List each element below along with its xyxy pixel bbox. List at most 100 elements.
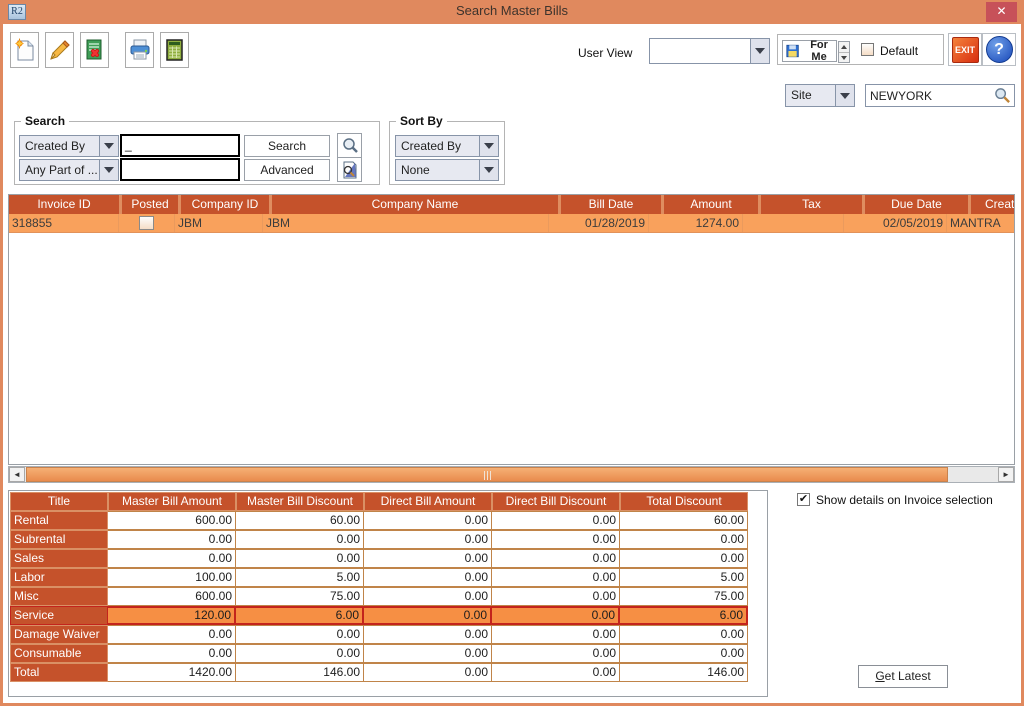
search-icon-button[interactable] [337,133,362,158]
cell-company-id: JBM [175,214,263,232]
cell: 60.00 [236,511,364,530]
chevron-down-icon[interactable] [99,136,118,156]
close-icon[interactable]: ✕ [986,2,1017,22]
cell: 5.00 [620,568,748,587]
table-row[interactable]: Misc 600.00 75.00 0.00 0.00 75.00 [10,587,748,606]
magnifier-icon [341,137,359,155]
search-match-combobox[interactable]: Any Part of ... [19,159,119,181]
details-table: Title Master Bill Amount Master Bill Dis… [10,492,748,682]
new-document-icon [14,38,36,62]
search-field-value: Created By [20,136,99,156]
scroll-right-icon[interactable]: ► [998,467,1014,482]
save-icon [786,44,799,58]
chevron-down-icon[interactable] [99,160,118,180]
advanced-search-icon-button[interactable] [337,157,362,182]
column-header[interactable]: Due Date [865,195,968,214]
sortby-group-title: Sort By [396,114,447,128]
delete-button[interactable] [80,32,109,68]
cell: 0.00 [108,644,236,663]
cell: 0.00 [364,625,492,644]
row-title: Labor [10,568,108,587]
sort1-value: Created By [396,136,479,156]
window-title: Search Master Bills [0,3,1024,18]
cell: 0.00 [108,549,236,568]
cell: 600.00 [108,587,236,606]
cell: 0.00 [236,530,364,549]
search-button[interactable]: Search [244,135,330,157]
row-title: Subrental [10,530,108,549]
spinner-down-icon[interactable] [839,52,849,62]
cell: 0.00 [492,587,620,606]
column-header[interactable]: Company ID [181,195,269,214]
cell: 1420.00 [108,663,236,682]
mnemonic: G [875,669,884,683]
cell-company-name: JBM [263,214,549,232]
search-icon[interactable] [994,87,1011,104]
posted-checkbox[interactable] [139,216,154,230]
cell: 0.00 [620,625,748,644]
details-column-header: Total Discount [620,492,748,511]
show-details-checkbox[interactable]: ✔ [797,493,810,506]
site-search-value: NEWYORK [866,89,994,103]
chevron-down-icon[interactable] [479,160,498,180]
help-icon[interactable]: ? [986,36,1013,63]
site-search-field[interactable]: NEWYORK [865,84,1015,107]
sort2-value: None [396,160,479,180]
column-header[interactable]: Company Name [272,195,558,214]
table-row[interactable]: Consumable 0.00 0.00 0.00 0.00 0.00 [10,644,748,663]
horizontal-scrollbar[interactable]: ◄ ► [8,466,1015,483]
site-value: Site [786,85,835,106]
search-input-2[interactable] [120,158,240,181]
advanced-button[interactable]: Advanced [244,159,330,181]
row-title: Misc [10,587,108,606]
search-field-combobox[interactable]: Created By [19,135,119,157]
chevron-down-icon[interactable] [479,136,498,156]
scroll-left-icon[interactable]: ◄ [9,467,25,482]
new-button[interactable] [10,32,39,68]
user-view-combobox[interactable] [649,38,770,64]
get-latest-button[interactable]: Get Latest [858,665,948,688]
table-row[interactable]: Labor 100.00 5.00 0.00 0.00 5.00 [10,568,748,587]
scrollbar-thumb[interactable] [26,467,948,482]
print-button[interactable] [125,32,154,68]
details-column-header: Master Bill Amount [108,492,236,511]
cell: 0.00 [492,625,620,644]
search-input-1[interactable]: _ [120,134,240,157]
table-row[interactable]: Damage Waiver 0.00 0.00 0.00 0.00 0.00 [10,625,748,644]
column-header[interactable]: Invoice ID [9,195,119,214]
column-header[interactable]: Bill Date [561,195,661,214]
export-button[interactable] [160,32,189,68]
spinner-up-icon[interactable] [839,42,849,52]
cell: 0.00 [364,663,492,682]
table-row[interactable]: Sales 0.00 0.00 0.00 0.00 0.00 [10,549,748,568]
table-row-selected[interactable]: Service 120.00 6.00 0.00 0.00 6.00 [10,606,748,625]
edit-button[interactable] [45,32,74,68]
default-checkbox[interactable] [861,43,874,56]
view-spinner[interactable] [838,41,850,63]
column-header[interactable]: Created By [971,195,1015,214]
table-row[interactable]: Subrental 0.00 0.00 0.00 0.00 0.00 [10,530,748,549]
exit-button[interactable]: EXIT [952,37,979,63]
column-header[interactable]: Posted [122,195,178,214]
pencil-icon [48,38,72,62]
thumb-grip [487,471,488,480]
column-header[interactable]: Tax [761,195,862,214]
row-title: Total [10,663,108,682]
site-combobox[interactable]: Site [785,84,855,107]
table-row-total[interactable]: Total 1420.00 146.00 0.00 0.00 146.00 [10,663,748,682]
column-header[interactable]: Amount [664,195,758,214]
cell: 0.00 [492,530,620,549]
chevron-down-icon[interactable] [835,85,854,106]
cell: 146.00 [620,663,748,682]
for-me-button[interactable]: For Me [782,40,837,62]
cell: 5.00 [236,568,364,587]
table-row[interactable]: Rental 600.00 60.00 0.00 0.00 60.00 [10,511,748,530]
sort1-combobox[interactable]: Created By [395,135,499,157]
sort2-combobox[interactable]: None [395,159,499,181]
invoice-grid: Invoice ID Posted Company ID Company Nam… [8,194,1015,465]
details-column-header: Title [10,492,108,511]
chevron-down-icon[interactable] [750,39,769,63]
cell: 0.00 [364,606,492,625]
invoice-row-selected[interactable]: 318855 JBM JBM 01/28/2019 1274.00 02/05/… [9,214,1014,233]
exit-button-cell: EXIT [948,33,982,66]
